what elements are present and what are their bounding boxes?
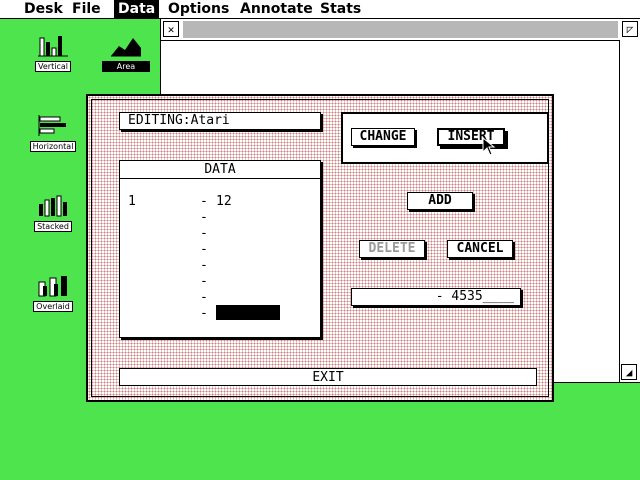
editing-label-field: EDITING:Atari [119, 112, 321, 130]
overlaid-bar-chart-icon [38, 276, 67, 297]
data-row-value[interactable]: 12 [216, 194, 232, 210]
close-icon[interactable]: ✕ [163, 21, 179, 37]
desktop-icon-label: Horizontal [29, 141, 77, 152]
desktop-icon-label: Vertical [35, 61, 71, 72]
data-row-dash: - [200, 210, 208, 225]
desktop-icon-overlaid[interactable]: Overlaid [23, 274, 83, 313]
menu-options[interactable]: Options [164, 0, 233, 18]
horizontal-bar-chart-icon [38, 115, 66, 136]
cancel-button[interactable]: CANCEL [447, 240, 513, 258]
area-chart-icon [111, 38, 141, 57]
data-row-dash: - [200, 242, 208, 257]
menu-stats[interactable]: Stats [316, 0, 365, 18]
data-row-dash: - [200, 226, 208, 241]
mouse-pointer-icon [482, 137, 496, 156]
add-button[interactable]: ADD [407, 192, 473, 210]
delete-button: DELETE [359, 240, 425, 258]
data-row-index: 1 [128, 194, 136, 209]
desktop-icon-label: Stacked [34, 221, 72, 232]
data-row-dash: - [200, 290, 208, 305]
change-button[interactable]: CHANGE [351, 128, 415, 146]
vertical-scrollbar[interactable]: ◢ [619, 40, 640, 382]
vertical-bar-chart-icon [38, 36, 68, 57]
value-entry-field[interactable]: - 4535____ [351, 288, 521, 306]
desktop-icon-area[interactable]: Area [96, 34, 156, 73]
menu-annotate[interactable]: Annotate [236, 0, 317, 18]
desktop-icon-label: Overlaid [33, 301, 73, 312]
data-header: DATA [120, 161, 320, 179]
desktop-icon-label: Area [101, 61, 151, 72]
stacked-bar-chart-icon [39, 195, 67, 217]
resize-icon[interactable]: ◢ [621, 364, 637, 380]
selected-row-highlight[interactable] [216, 305, 280, 320]
desktop-icon-stacked[interactable]: Stacked [23, 194, 83, 233]
data-row-dash: - [200, 258, 208, 273]
menu-data[interactable]: Data [114, 0, 160, 18]
data-row-dash: - [200, 194, 208, 209]
data-row-dash: - [200, 274, 208, 289]
fullscreen-icon[interactable]: ◸ [622, 21, 638, 37]
desktop-icon-horizontal[interactable]: Horizontal [23, 114, 83, 153]
menu-bar: Desk File Data Options Annotate Stats [0, 0, 640, 19]
exit-button[interactable]: EXIT [119, 368, 537, 386]
window-title-fill [183, 21, 618, 38]
data-row-dash: - [200, 306, 208, 321]
window-title-bar[interactable]: ✕ ◸ [161, 19, 640, 41]
menu-desk[interactable]: Desk [20, 0, 67, 18]
desktop-icon-vertical[interactable]: Vertical [23, 34, 83, 73]
menu-file[interactable]: File [68, 0, 105, 18]
